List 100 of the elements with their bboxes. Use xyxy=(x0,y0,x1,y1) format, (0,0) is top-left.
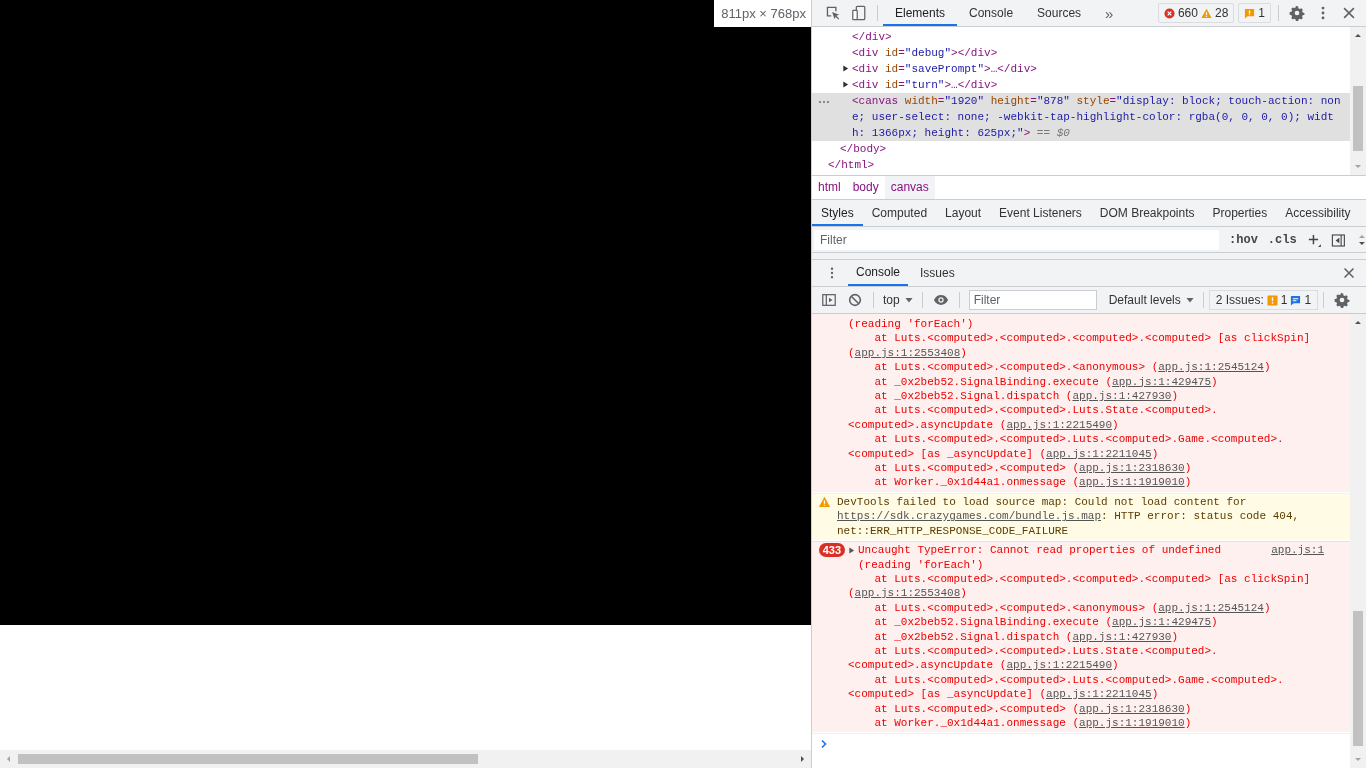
source-link[interactable]: app.js:1:2211045 xyxy=(1046,688,1152,701)
error-icon xyxy=(1163,7,1175,19)
more-actions-icon[interactable] xyxy=(818,100,830,104)
stack-trace-line: at Luts.<computed>.<computed>.<computed>.<computed> [as clickSpin] (app.js:1:2553408) xyxy=(848,571,1312,601)
inspect-element-icon[interactable] xyxy=(825,5,841,21)
scrollbar-thumb[interactable] xyxy=(1353,86,1363,151)
source-link[interactable]: app.js:1:2553408 xyxy=(854,346,961,359)
expand-triangle-icon[interactable] xyxy=(842,65,849,72)
console-filter-field[interactable]: Filter xyxy=(968,290,1097,310)
dom-tree-row[interactable]: <div id="savePrompt">…</div> xyxy=(812,61,1350,77)
panel-tab[interactable]: Console xyxy=(957,0,1026,26)
sidebar-tab[interactable]: Accessibility xyxy=(1276,200,1360,226)
expand-triangle-icon[interactable] xyxy=(842,81,849,88)
source-link[interactable]: app.js:1 xyxy=(1271,543,1324,558)
source-link[interactable]: app.js:1:2545124 xyxy=(1158,361,1264,374)
stack-trace-line: at Luts.<computed>.<computed>.Luts.<computed>.Game.<computed>.<computed> [as _asyncUpdate] (app.js:1:2211045) xyxy=(848,432,1285,462)
dom-node-markup: <div id="turn">…</div> xyxy=(852,79,998,91)
stack-trace-line: at Luts.<computed>.<computed> (app.js:1:2318630) xyxy=(873,701,1193,716)
warning-text: DevTools failed to load source map: Could not load content for https://sdk.crazygames.com/bundle.js.map: HTTP error: status code 404, net::ERR_HTTP_RESPONSE_CODE_FAILURE xyxy=(837,494,1301,539)
dom-tree-row[interactable]: <div id="turn">…</div> xyxy=(812,77,1350,93)
stack-trace-line: at Luts.<computed>.<computed> (app.js:1:2318630) xyxy=(873,461,1193,476)
breadcrumb-item[interactable]: canvas xyxy=(884,176,935,199)
eye-icon[interactable] xyxy=(932,292,949,308)
stack-trace-line: at Worker._0x1d44a1.onmessage (app.js:1:1919010) xyxy=(873,475,1193,490)
caret-icon xyxy=(1185,296,1194,304)
sidebar-tab[interactable]: Layout xyxy=(936,200,991,226)
source-link[interactable]: https://sdk.crazygames.com/bundle.js.map xyxy=(837,510,1102,523)
scroll-up-arrow-icon[interactable] xyxy=(1354,319,1362,327)
source-link[interactable]: app.js:1:427930 xyxy=(1072,390,1172,403)
dom-tree-row[interactable]: </body> xyxy=(812,141,1350,157)
source-link[interactable]: app.js:1:2318630 xyxy=(1079,702,1185,715)
close-icon[interactable] xyxy=(1341,5,1357,21)
breadcrumb-item[interactable]: body xyxy=(846,176,885,199)
error-count: 660 xyxy=(1177,6,1198,20)
breadcrumb-item[interactable]: html xyxy=(812,176,847,199)
expand-triangle-icon[interactable] xyxy=(848,547,855,555)
device-toolbar-icon[interactable] xyxy=(851,5,867,21)
viewport-size-label: 811px × 768px xyxy=(714,0,811,27)
styles-filter-field[interactable]: Filter xyxy=(814,230,1220,250)
settings-icon[interactable] xyxy=(1289,5,1305,21)
dom-node-markup: </html> xyxy=(828,159,875,171)
source-link[interactable]: app.js:1:2215490 xyxy=(1006,418,1113,431)
error-warning-counter[interactable]: 660 28 xyxy=(1157,3,1235,23)
sidebar-icon[interactable] xyxy=(821,292,837,308)
source-link[interactable]: app.js:1:1919010 xyxy=(1079,716,1185,729)
dom-tree-row[interactable]: </html> xyxy=(812,157,1350,173)
scroll-up-arrow-icon[interactable] xyxy=(1354,32,1362,40)
source-link[interactable]: app.js:1:2211045 xyxy=(1046,447,1152,460)
dom-node-markup: <canvas width="1920" height="878" style="display: block; touch-action: none; user-select: none; -webkit-tap-highlight-color: rgba(0, 0, 0, 0); width: 1366px; height: 625px;"> == $0 xyxy=(852,95,1341,139)
source-link[interactable]: app.js:1:2545124 xyxy=(1158,601,1264,614)
sidebar-tab[interactable]: Computed xyxy=(862,200,937,226)
info-issue-icon xyxy=(1290,294,1302,306)
class-button[interactable]: .cls xyxy=(1267,233,1297,247)
source-link[interactable]: app.js:1:2318630 xyxy=(1079,462,1185,475)
vertical-scrollbar[interactable] xyxy=(1350,27,1366,175)
dom-tree-row[interactable]: </div> xyxy=(812,29,1350,45)
issues-label: 2 Issues: xyxy=(1215,293,1264,307)
sidebar-tab[interactable]: Properties xyxy=(1203,200,1277,226)
scrollbar-thumb[interactable] xyxy=(1353,611,1363,746)
stack-trace-line: at _0x2beb52.SignalBinding.execute (app.js:1:429475) xyxy=(873,374,1219,390)
dom-node-markup: <div id="savePrompt">…</div> xyxy=(852,63,1037,75)
stack-trace-line: at Luts.<computed>.<computed>.<anonymous> (app.js:1:2545124) xyxy=(873,360,1272,375)
sidebar-toggle-icon[interactable] xyxy=(1331,232,1347,248)
warning-icon xyxy=(818,495,831,508)
sidebar-tab[interactable]: DOM Breakpoints xyxy=(1090,200,1204,226)
error-summary: Uncaught TypeError: Cannot read properties of undefined (reading 'forEach') xyxy=(858,543,1223,572)
dom-tree-row[interactable]: <canvas width="1920" height="878" style="display: block; touch-action: none; user-select: none; -webkit-tap-highlight-color: rgba(0, 0, 0, 0); width: 1366px; height: 625px;"> == $0 xyxy=(812,93,1350,141)
dom-tree-row[interactable]: <div id="debug"></div> xyxy=(812,45,1350,61)
warning-icon xyxy=(1200,7,1212,19)
sidebar-tab[interactable]: Event Listeners xyxy=(990,200,1091,226)
source-link[interactable]: app.js:1:427930 xyxy=(1072,630,1172,643)
repeat-count-badge: 433 xyxy=(818,543,845,558)
warning-count: 28 xyxy=(1214,6,1229,20)
hover-state-button[interactable]: :hov xyxy=(1229,233,1258,247)
source-link[interactable]: app.js:1:429475 xyxy=(1112,616,1212,629)
stack-trace-line: at Luts.<computed>.<computed>.Luts.State.<computed>.<computed>.asyncUpdate (app.js:1:2215490) xyxy=(848,403,1219,433)
close-icon[interactable] xyxy=(1341,265,1357,281)
context-dropdown[interactable]: top xyxy=(879,293,917,307)
clear-console-icon[interactable] xyxy=(847,292,863,308)
stack-trace-line: at _0x2beb52.SignalBinding.execute (app.js:1:429475) xyxy=(873,615,1219,630)
source-link[interactable]: app.js:1:2215490 xyxy=(1006,659,1113,672)
drawer-tab[interactable]: Issues xyxy=(912,260,963,286)
console-settings-icon[interactable] xyxy=(1334,292,1351,308)
caret-icon xyxy=(904,296,913,304)
scrollbar-thumb[interactable] xyxy=(18,754,478,764)
source-link[interactable]: app.js:1:1919010 xyxy=(1079,476,1185,489)
more-tabs-button[interactable]: » xyxy=(1093,4,1126,22)
stack-trace-line: at Luts.<computed>.<computed>.<computed>.<computed> [as clickSpin] (app.js:1:2553408) xyxy=(848,331,1312,361)
panel-tab[interactable]: Sources xyxy=(1025,0,1094,26)
stack-trace-line: at Luts.<computed>.<computed>.<anonymous> (app.js:1:2545124) xyxy=(873,600,1272,616)
issues-button[interactable]: 2 Issues: 1 1 xyxy=(1208,290,1319,310)
source-link[interactable]: app.js:1:429475 xyxy=(1112,375,1212,388)
issues-counter[interactable]: 1 xyxy=(1238,3,1271,23)
source-link[interactable]: app.js:1:2553408 xyxy=(854,587,961,600)
scroll-right-arrow-icon[interactable] xyxy=(798,755,806,763)
log-levels-dropdown[interactable]: Default levels xyxy=(1104,293,1198,307)
info-issue-count: 1 xyxy=(1304,293,1312,307)
add-icon[interactable] xyxy=(1306,232,1322,248)
vertical-scrollbar[interactable] xyxy=(1350,314,1366,768)
horizontal-scrollbar[interactable] xyxy=(0,750,811,768)
